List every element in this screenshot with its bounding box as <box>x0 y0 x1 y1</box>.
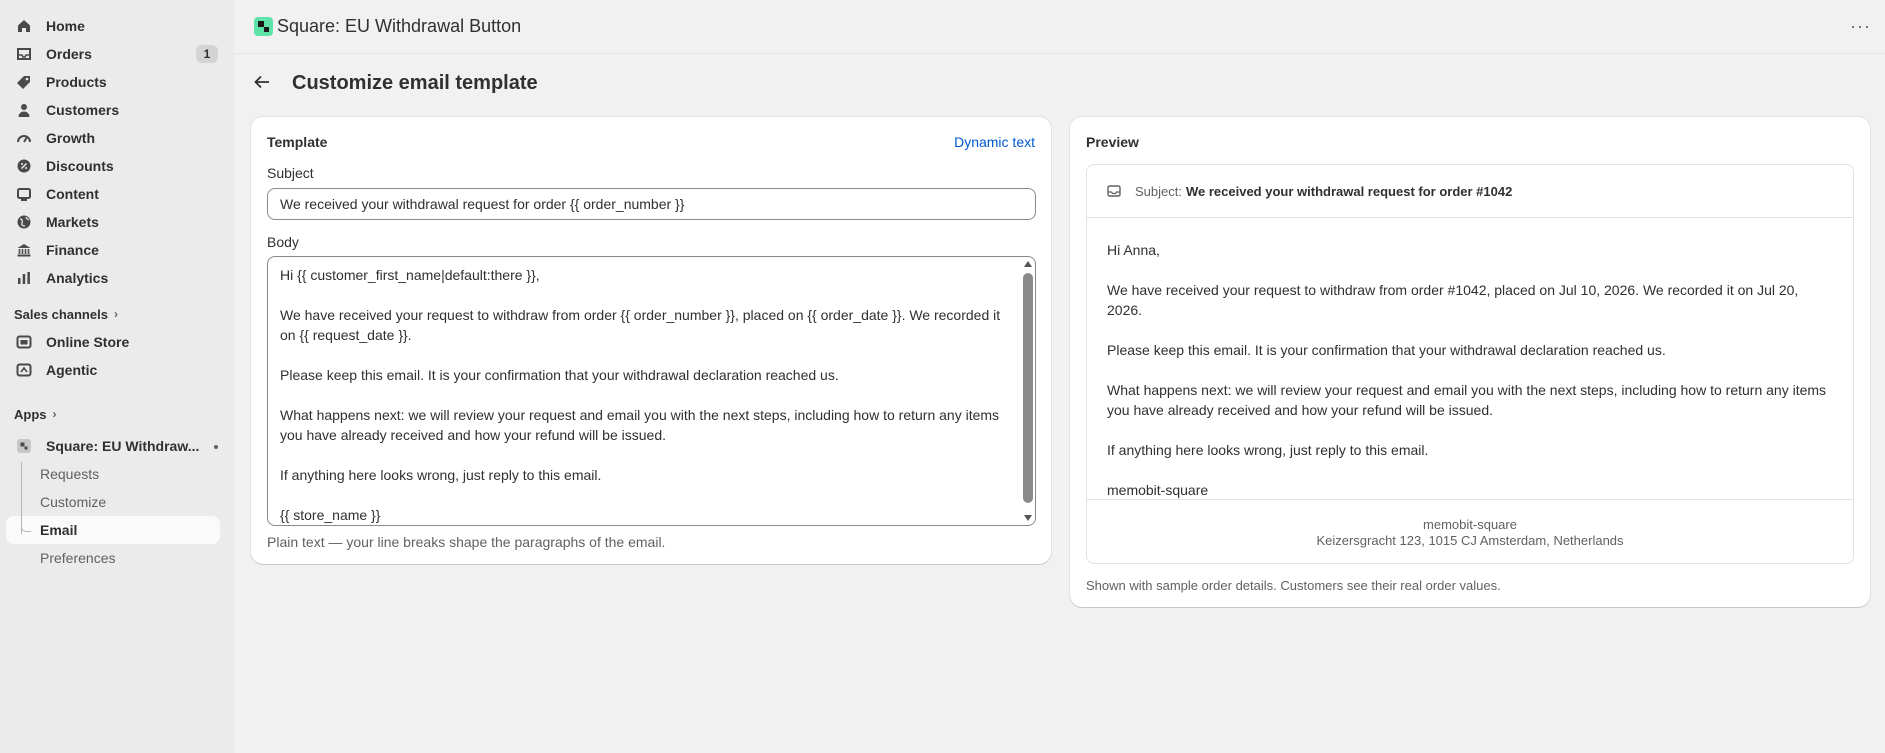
sidebar-item-label: Growth <box>46 130 95 146</box>
email-subject: We received your withdrawal request for … <box>1185 183 1513 199</box>
template-card: Template Dynamic text Subject Body Hi {{… <box>251 117 1051 564</box>
sidebar: Home Orders 1 Products Customers Growth … <box>0 0 234 753</box>
preview-card: Preview Subject: We received your withdr… <box>1070 117 1870 607</box>
subject-label: Subject <box>267 165 314 181</box>
sidebar-item-label: Customers <box>46 102 120 118</box>
body-textarea[interactable]: Hi {{ customer_first_name|default:there … <box>267 256 1036 526</box>
envelope-icon <box>1107 185 1121 197</box>
dynamic-text-link[interactable]: Dynamic text <box>954 134 1035 150</box>
sidebar-item-label: Markets <box>46 214 99 230</box>
sidebar-item-online-store[interactable]: Online Store <box>6 328 228 356</box>
email-paragraph: Hi Anna, <box>1107 242 1160 258</box>
email-subject-prefix: Subject: <box>1135 183 1182 199</box>
sidebar-item-home[interactable]: Home <box>6 12 228 40</box>
inbox-icon <box>16 46 32 62</box>
sidebar-item-markets[interactable]: Markets <box>6 208 228 236</box>
chevron-right-icon: › <box>113 307 118 321</box>
bar-chart-icon <box>16 270 32 286</box>
app-logo-icon <box>254 17 273 36</box>
sidebar-item-label: Square: EU Withdraw... <box>46 438 200 454</box>
email-paragraph: Please keep this email. It is your confi… <box>1107 342 1666 358</box>
bank-icon <box>16 242 32 258</box>
sidebar-item-discounts[interactable]: Discounts <box>6 152 228 180</box>
sidebar-item-products[interactable]: Products <box>6 68 228 96</box>
email-footer: memobit-square Keizersgracht 123, 1015 C… <box>1087 499 1853 564</box>
status-dot <box>214 445 218 449</box>
email-paragraph: What happens next: we will review your r… <box>1107 382 1827 418</box>
email-paragraph: We have received your request to withdra… <box>1107 282 1799 318</box>
body-help-text: Plain text — your line breaks shape the … <box>267 534 666 550</box>
globe-icon <box>16 214 32 230</box>
scrollbar-thumb[interactable] <box>1023 273 1033 503</box>
home-icon <box>16 18 32 34</box>
sidebar-item-label: Finance <box>46 242 99 258</box>
footer-address: Keizersgracht 123, 1015 CJ Amsterdam, Ne… <box>1316 533 1624 548</box>
sidebar-item-label: Home <box>46 18 85 34</box>
preview-card-title: Preview <box>1086 134 1139 150</box>
sidebar-item-analytics[interactable]: Analytics <box>6 264 228 292</box>
email-paragraph: If anything here looks wrong, just reply… <box>1107 442 1429 458</box>
app-icon <box>16 438 32 454</box>
sidebar-item-label: Online Store <box>46 334 130 350</box>
back-arrow-icon[interactable] <box>254 73 278 94</box>
agentic-icon <box>16 362 32 378</box>
sidebar-subitem-requests[interactable]: Requests <box>6 460 222 488</box>
email-signature: memobit-square <box>1107 482 1209 498</box>
sidebar-item-agentic[interactable]: Agentic <box>6 356 228 384</box>
template-card-title: Template <box>267 134 328 150</box>
body-label: Body <box>267 234 299 250</box>
sidebar-item-content[interactable]: Content <box>6 180 228 208</box>
subject-input[interactable] <box>267 188 1036 220</box>
sidebar-item-label: Agentic <box>46 362 98 378</box>
gauge-icon <box>16 130 32 146</box>
page-header: Customize email template <box>254 72 538 95</box>
footer-store-name: memobit-square <box>1423 517 1517 532</box>
email-body: Hi Anna, We have received your request t… <box>1107 240 1837 520</box>
content-icon <box>16 186 32 202</box>
page-title: Customize email template <box>292 72 538 94</box>
sidebar-item-app[interactable]: Square: EU Withdraw... <box>6 432 228 460</box>
person-icon <box>16 102 32 118</box>
chevron-right-icon: › <box>52 407 57 421</box>
app-title: Square: EU Withdrawal Button <box>277 16 522 36</box>
body-scrollbar[interactable] <box>1022 257 1034 525</box>
tag-icon <box>16 74 32 90</box>
sales-channels-heading[interactable]: Sales channels › <box>0 300 234 328</box>
more-actions-button[interactable]: ··· <box>1850 16 1871 37</box>
orders-count-badge: 1 <box>196 45 218 63</box>
store-icon <box>16 334 32 350</box>
sidebar-item-customers[interactable]: Customers <box>6 96 228 124</box>
scroll-up-arrow-icon[interactable] <box>1024 261 1032 267</box>
tree-elbow <box>21 522 31 532</box>
sidebar-item-label: Orders <box>46 46 92 62</box>
sidebar-item-finance[interactable]: Finance <box>6 236 228 264</box>
sidebar-subitem-email[interactable]: Email <box>6 516 220 544</box>
sidebar-subitem-preferences[interactable]: Preferences <box>6 544 222 572</box>
sidebar-subitem-customize[interactable]: Customize <box>6 488 222 516</box>
email-preview: Subject: We received your withdrawal req… <box>1086 164 1854 564</box>
apps-heading[interactable]: Apps › <box>0 400 234 428</box>
app-header: Square: EU Withdrawal Button ··· <box>234 0 1885 54</box>
sidebar-item-label: Products <box>46 74 107 90</box>
sidebar-item-orders[interactable]: Orders 1 <box>6 40 228 68</box>
preview-note: Shown with sample order details. Custome… <box>1086 578 1501 593</box>
sidebar-item-label: Discounts <box>46 158 114 174</box>
sidebar-item-label: Content <box>46 186 99 202</box>
email-subject-row: Subject: We received your withdrawal req… <box>1087 165 1853 218</box>
discount-icon <box>16 158 32 174</box>
scroll-down-arrow-icon[interactable] <box>1024 515 1032 521</box>
sidebar-item-growth[interactable]: Growth <box>6 124 228 152</box>
sidebar-item-label: Analytics <box>46 270 109 286</box>
